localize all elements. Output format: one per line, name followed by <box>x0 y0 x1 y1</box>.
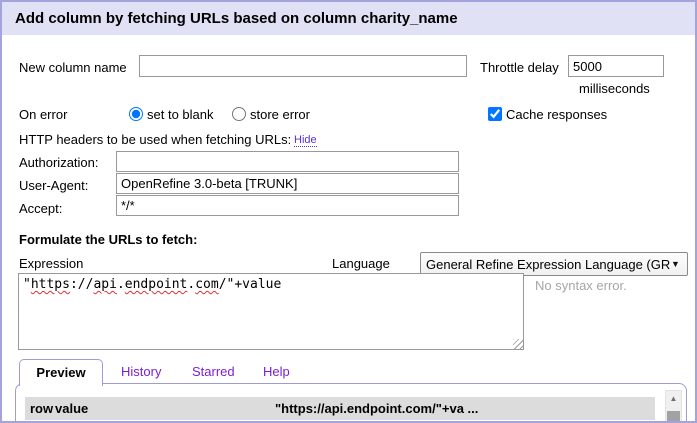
preview-panel: row value "https://api.endpoint.com/"+va… <box>15 383 687 423</box>
cache-responses-checkbox[interactable] <box>488 107 502 121</box>
screenshot-stage: Add column by fetching URLs based on col… <box>0 0 697 423</box>
on-error-set-to-blank-radio[interactable] <box>129 107 143 121</box>
expression-input[interactable]: "https://api.endpoint.com/"+value <box>18 273 524 350</box>
throttle-unit-label: milliseconds <box>579 81 650 96</box>
tab-help[interactable]: Help <box>263 364 290 379</box>
language-label: Language <box>332 256 390 271</box>
preview-scrollbar[interactable]: ▲ <box>665 390 682 423</box>
textarea-resize-grip[interactable] <box>513 339 524 350</box>
scrollbar-up-arrow-icon[interactable]: ▲ <box>666 391 681 405</box>
authorization-input[interactable] <box>116 151 459 172</box>
on-error-store-error-radio[interactable] <box>232 107 246 121</box>
select-dropdown-arrow-icon: ▼ <box>671 259 687 269</box>
http-headers-hide-link[interactable]: Hide <box>294 134 317 147</box>
column-header-expression: "https://api.endpoint.com/"+va ... <box>275 401 650 416</box>
http-headers-label: HTTP headers to be used when fetching UR… <box>19 132 291 147</box>
column-header-row: row <box>30 401 55 416</box>
on-error-store-error-label[interactable]: store error <box>250 107 310 122</box>
preview-table-header-row: row value "https://api.endpoint.com/"+va… <box>25 397 655 420</box>
accept-label: Accept: <box>19 201 62 216</box>
tab-history[interactable]: History <box>121 364 161 379</box>
new-column-name-input[interactable] <box>139 55 467 77</box>
user-agent-input[interactable] <box>116 173 459 194</box>
scrollbar-thumb[interactable] <box>667 411 680 423</box>
throttle-delay-input[interactable] <box>568 55 664 77</box>
formulate-urls-heading: Formulate the URLs to fetch: <box>19 232 197 247</box>
syntax-status-text: No syntax error. <box>535 278 627 293</box>
on-error-label: On error <box>19 107 67 122</box>
throttle-delay-label: Throttle delay <box>480 60 559 75</box>
new-column-name-label: New column name <box>19 60 127 75</box>
expression-label: Expression <box>19 256 83 271</box>
cache-responses-label[interactable]: Cache responses <box>506 107 607 122</box>
user-agent-label: User-Agent: <box>19 178 88 193</box>
add-column-by-fetching-urls-dialog: Add column by fetching URLs based on col… <box>0 0 697 423</box>
language-selected-option: General Refine Expression Language (GREL… <box>421 257 671 272</box>
tab-starred[interactable]: Starred <box>192 364 235 379</box>
accept-input[interactable] <box>116 195 459 216</box>
dialog-title: Add column by fetching URLs based on col… <box>2 2 695 35</box>
tab-preview[interactable]: Preview <box>19 359 103 386</box>
authorization-label: Authorization: <box>19 155 99 170</box>
on-error-set-to-blank-label[interactable]: set to blank <box>147 107 214 122</box>
column-header-value: value <box>55 401 275 416</box>
